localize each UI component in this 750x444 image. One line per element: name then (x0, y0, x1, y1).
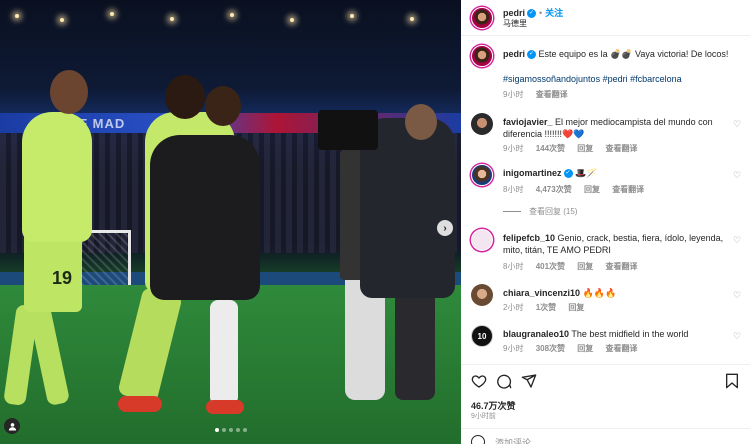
comment-meta: 8小时 4,473次赞 回复 查看翻译 (503, 184, 654, 195)
boot (118, 396, 162, 412)
verified-badge-icon: ✓ (563, 169, 573, 179)
time: 8小时 (503, 185, 524, 194)
caption-body: Este equipo es la 💣💣 Vaya victoria! De l… (538, 49, 729, 59)
translate-link[interactable]: 查看翻译 (536, 90, 568, 99)
comment-text: chiara_vincenzi10 🔥🔥🔥 (503, 287, 743, 299)
heart-icon[interactable] (471, 373, 487, 389)
caption-text: pedri ✓ Este equipo es la 💣💣 Vaya victori… (503, 48, 743, 60)
comment-icon[interactable] (496, 373, 512, 389)
carousel-dot (221, 428, 226, 432)
comment-body: The best midfield in the world (571, 329, 689, 339)
reply-button[interactable]: 回复 (577, 344, 593, 353)
replies-line (503, 211, 521, 213)
heart-icon[interactable]: ♡ (733, 170, 742, 180)
reply-button[interactable]: 回复 (568, 303, 584, 312)
post-time: 9小时前 (471, 413, 496, 420)
view-replies-label[interactable]: 查看回复 (15) (529, 207, 577, 216)
follow-button[interactable]: 关注 (545, 8, 563, 18)
post-header: pedri ✓ • 关注 马德里 (461, 0, 750, 36)
translate-link[interactable]: 查看翻译 (606, 262, 638, 271)
separator: • (539, 8, 543, 18)
hashtags[interactable]: #sigamossoñandojuntos #pedri #fcbarcelon… (503, 73, 743, 85)
time: 9小时 (503, 144, 524, 153)
like-count[interactable]: 1次赞 (536, 303, 556, 312)
translate-link[interactable]: 查看翻译 (612, 185, 644, 194)
comment-text: faviojavier_ El mejor mediocampista del … (503, 116, 743, 140)
heart-icon[interactable]: ♡ (733, 290, 742, 300)
comment-body: 🎩🪄 (575, 168, 598, 178)
reply-button[interactable]: 回复 (577, 144, 593, 153)
player-head (205, 86, 241, 126)
avatar[interactable]: 10 (471, 325, 493, 347)
jersey-number: 19 (52, 268, 73, 288)
add-comment-bar: 添加评论... (461, 428, 750, 444)
username-link[interactable]: blaugranaleo10 (503, 329, 569, 339)
username-link[interactable]: felipefcb_10 (503, 233, 555, 243)
translate-link[interactable]: 查看翻译 (606, 144, 638, 153)
verified-badge-icon: ✓ (527, 50, 537, 60)
time: 8小时 (503, 262, 524, 271)
tv-camera (318, 110, 378, 150)
time: 9小时 (503, 90, 524, 99)
avatar[interactable] (471, 164, 493, 186)
time: 2小时 (503, 303, 524, 312)
translate-link[interactable]: 查看翻译 (606, 344, 638, 353)
player-19 (22, 112, 92, 242)
caption-meta: 9小时 查看翻译 (503, 89, 578, 100)
carousel-dot (235, 428, 240, 432)
avatar[interactable] (471, 113, 493, 135)
like-count[interactable]: 401次赞 (536, 262, 565, 271)
avatar[interactable] (471, 45, 493, 67)
reply-button[interactable]: 回复 (577, 262, 593, 271)
cameraman-legs (395, 290, 435, 400)
username-link[interactable]: chiara_vincenzi10 (503, 288, 580, 298)
share-icon[interactable] (521, 373, 537, 389)
avatar[interactable] (471, 284, 493, 306)
comment-text: blaugranaleo10 The best midfield in the … (503, 328, 743, 340)
carousel-dots (0, 424, 461, 434)
view-replies[interactable]: 查看回复 (15) (503, 206, 577, 217)
heart-icon[interactable]: ♡ (733, 331, 742, 341)
comment-meta: 9小时 144次赞 回复 查看翻译 (503, 143, 648, 154)
comment-meta: 9小时 308次赞 回复 查看翻译 (503, 343, 648, 354)
cameraman-head (405, 104, 437, 140)
comment-input[interactable]: 添加评论... (495, 436, 539, 444)
username-link[interactable]: inigomartinez (503, 168, 562, 178)
player-leg (210, 300, 238, 405)
reply-button[interactable]: 回复 (584, 185, 600, 194)
comment-text: felipefcb_10 Genio, crack, bestia, fiera… (503, 232, 743, 256)
comments-panel: pedri ✓ • 关注 马德里 pedri ✓ Este equipo es la 💣… (461, 0, 750, 444)
comment-meta: 2小时 1次赞 回复 (503, 302, 594, 313)
username-link[interactable]: pedri (503, 8, 525, 18)
player-jacket (150, 135, 260, 300)
time: 9小时 (503, 344, 524, 353)
heart-icon[interactable]: ♡ (733, 119, 742, 129)
stadium-lights (0, 8, 461, 28)
location-link[interactable]: 马德里 (503, 18, 527, 29)
avatar[interactable] (471, 229, 493, 251)
carousel-dot (242, 428, 247, 432)
like-count[interactable]: 144次赞 (536, 144, 565, 153)
username-link[interactable]: pedri (503, 49, 525, 59)
username-link[interactable]: faviojavier_ (503, 117, 553, 127)
chevron-right-icon[interactable]: › (437, 220, 453, 236)
carousel-dot (214, 428, 219, 432)
post-photo[interactable]: CITY OF MAD 19 › (0, 0, 461, 444)
verified-badge-icon: ✓ (527, 9, 537, 19)
comment-meta: 8小时 401次赞 回复 查看翻译 (503, 261, 648, 272)
comment-text: inigomartinez ✓ 🎩🪄 (503, 167, 743, 179)
comment-body: 🔥🔥🔥 (582, 288, 617, 298)
boot (206, 400, 244, 414)
carousel-dot (228, 428, 233, 432)
heart-icon[interactable]: ♡ (733, 235, 742, 245)
emoji-icon[interactable] (471, 435, 485, 444)
bookmark-icon[interactable] (724, 373, 740, 389)
like-count[interactable]: 308次赞 (536, 344, 565, 353)
like-count[interactable]: 4,473次赞 (536, 185, 572, 194)
player-head (165, 75, 205, 119)
player-head (50, 70, 88, 114)
avatar[interactable] (471, 7, 493, 29)
